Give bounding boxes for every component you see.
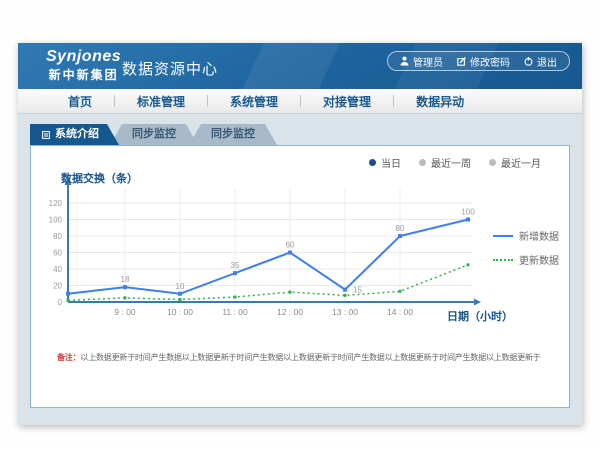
- power-icon: [524, 57, 533, 66]
- svg-text:12 : 00: 12 : 00: [277, 307, 303, 317]
- svg-text:100: 100: [461, 208, 475, 217]
- svg-text:0: 0: [58, 298, 63, 307]
- svg-text:13 : 00: 13 : 00: [332, 307, 358, 317]
- svg-text:10 : 00: 10 : 00: [167, 307, 193, 317]
- content-area: 系统介绍 同步监控 同步监控 0 20 40 60 80 100 120 9 : 00 10 :…: [18, 114, 582, 425]
- change-password-button[interactable]: 修改密码: [457, 54, 510, 69]
- main-nav: 首页 标准管理 系统管理 对接管理 数据异动: [18, 89, 582, 114]
- legend-label: 新增数据: [519, 228, 559, 243]
- user-name: 管理员: [413, 54, 443, 69]
- document-icon: [42, 131, 50, 139]
- filter-last-month[interactable]: 最近一月: [489, 155, 541, 170]
- svg-text:100: 100: [49, 216, 63, 225]
- svg-text:20: 20: [53, 282, 62, 291]
- svg-text:9 : 00: 9 : 00: [114, 307, 136, 317]
- svg-text:60: 60: [53, 249, 62, 258]
- radio-icon: [489, 159, 496, 166]
- app-header: Synjones 新中新集团 数据资源中心 管理员 修改密码 退出: [18, 43, 582, 89]
- radio-icon: [419, 159, 426, 166]
- change-password-label: 修改密码: [470, 54, 510, 69]
- logo: Synjones 新中新集团: [46, 48, 121, 83]
- svg-text:10: 10: [176, 282, 185, 291]
- nav-item-standard-mgmt[interactable]: 标准管理: [115, 93, 207, 110]
- legend-item-updated-data: 更新数据: [493, 252, 559, 267]
- nav-item-home[interactable]: 首页: [46, 93, 114, 110]
- nav-item-system-mgmt[interactable]: 系统管理: [208, 93, 300, 110]
- y-axis-title: 数据交换（条）: [61, 170, 138, 186]
- legend-item-new-data: 新增数据: [493, 228, 559, 243]
- user-icon: [400, 56, 409, 66]
- tab-label: 同步监控: [132, 124, 176, 145]
- time-range-filters: 当日 最近一周 最近一月: [369, 155, 541, 170]
- nav-item-data-change[interactable]: 数据异动: [394, 93, 486, 110]
- user-menu[interactable]: 管理员: [400, 54, 443, 69]
- app-window: Synjones 新中新集团 数据资源中心 管理员 修改密码 退出 首页 标准管…: [18, 43, 582, 425]
- chart-legend: 新增数据 更新数据: [493, 228, 559, 267]
- svg-text:14 : 00: 14 : 00: [387, 307, 413, 317]
- tab-system-intro[interactable]: 系统介绍: [30, 124, 119, 145]
- tab-label: 同步监控: [211, 124, 255, 145]
- filter-label: 最近一周: [431, 155, 471, 170]
- tab-bar: 系统介绍 同步监控 同步监控: [30, 124, 277, 145]
- edit-icon: [457, 57, 466, 66]
- svg-text:11 : 00: 11 : 00: [222, 307, 248, 317]
- svg-text:80: 80: [396, 224, 405, 233]
- svg-text:60: 60: [286, 241, 295, 250]
- svg-text:120: 120: [49, 199, 63, 208]
- tab-sync-monitor-2[interactable]: 同步监控: [189, 124, 277, 145]
- svg-text:80: 80: [53, 232, 62, 241]
- legend-label: 更新数据: [519, 252, 559, 267]
- nav-item-interface-mgmt[interactable]: 对接管理: [301, 93, 393, 110]
- page-title: 数据资源中心: [122, 58, 218, 79]
- logo-en: Synjones: [46, 48, 121, 66]
- logout-label: 退出: [537, 54, 557, 69]
- blue-line-swatch-icon: [493, 235, 513, 237]
- svg-text:15: 15: [353, 286, 362, 295]
- tab-sync-monitor-1[interactable]: 同步监控: [110, 124, 198, 145]
- chart-panel: 0 20 40 60 80 100 120 9 : 00 10 : 00 11 : 00 12 : …: [30, 145, 570, 408]
- footnote-label: 备注：: [57, 353, 80, 362]
- footnote-text: 以上数据更新于时间产生数据以上数据更新于时间产生数据以上数据更新于时间产生数据以…: [80, 353, 540, 362]
- filter-label: 最近一月: [501, 155, 541, 170]
- logout-button[interactable]: 退出: [524, 54, 557, 69]
- svg-text:40: 40: [53, 265, 62, 274]
- svg-text:18: 18: [121, 275, 130, 284]
- green-dotted-swatch-icon: [493, 259, 513, 261]
- footnote: 备注：以上数据更新于时间产生数据以上数据更新于时间产生数据以上数据更新于时间产生…: [57, 352, 563, 363]
- svg-text:日期（小时）: 日期（小时）: [447, 309, 513, 323]
- user-toolbar: 管理员 修改密码 退出: [387, 51, 570, 71]
- radio-selected-icon: [369, 159, 376, 166]
- tab-label: 系统介绍: [55, 124, 99, 145]
- svg-text:35: 35: [231, 261, 240, 270]
- filter-today[interactable]: 当日: [369, 155, 401, 170]
- logo-cn: 新中新集团: [46, 66, 121, 83]
- filter-label: 当日: [381, 155, 401, 170]
- filter-last-week[interactable]: 最近一周: [419, 155, 471, 170]
